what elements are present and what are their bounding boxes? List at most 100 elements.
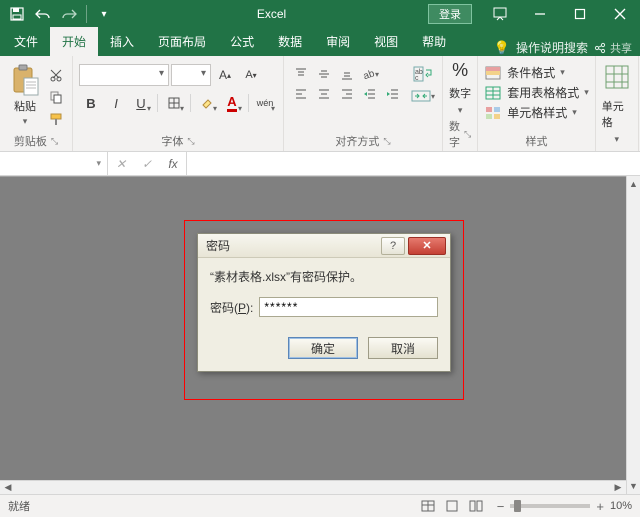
tellme-icon: 💡: [494, 40, 510, 56]
group-alignment-label: 对齐方式: [335, 133, 379, 149]
password-input[interactable]: [259, 297, 438, 317]
fill-color-button[interactable]: ▾: [195, 92, 219, 114]
paste-button[interactable]: 粘贴 ▾: [6, 64, 44, 127]
decrease-font-icon[interactable]: A▾: [239, 64, 263, 86]
cells-dropdown-icon[interactable]: ▾: [614, 134, 619, 145]
tab-view[interactable]: 视图: [362, 27, 410, 56]
tab-data[interactable]: 数据: [266, 27, 314, 56]
zoom-out-button[interactable]: −: [497, 499, 505, 514]
login-button[interactable]: 登录: [428, 4, 472, 24]
qat-customize-icon[interactable]: ▾: [93, 3, 115, 25]
font-color-button[interactable]: A▾: [220, 92, 244, 114]
ribbon: 粘贴 ▾ 剪贴板 ⤡ A▴ A▾: [0, 56, 640, 152]
align-right-icon[interactable]: [336, 84, 358, 104]
font-size-combo[interactable]: [171, 64, 211, 86]
alignment-launcher-icon[interactable]: ⤡: [383, 136, 390, 147]
cell-styles-button[interactable]: 单元格样式▾: [484, 104, 577, 121]
phonetic-button[interactable]: wén▾: [253, 92, 277, 114]
dialog-help-button[interactable]: ?: [381, 237, 405, 255]
formula-bar: ✕ ✓ fx: [0, 152, 640, 176]
zoom-in-button[interactable]: +: [596, 499, 604, 514]
group-cells: 单元格 ▾: [596, 56, 639, 151]
align-left-icon[interactable]: [290, 84, 312, 104]
merge-center-icon[interactable]: ▾: [410, 86, 436, 106]
view-normal-icon[interactable]: [417, 498, 439, 514]
format-painter-icon[interactable]: [46, 110, 66, 128]
name-box[interactable]: [0, 152, 108, 175]
tellme-label[interactable]: 操作说明搜索: [516, 39, 588, 56]
group-number: % 数字 ▾ 数字⤡: [443, 56, 478, 151]
zoom-slider[interactable]: [510, 504, 590, 508]
increase-font-icon[interactable]: A▴: [213, 64, 237, 86]
number-format-icon[interactable]: %: [452, 60, 468, 81]
title-bar: ▾ Excel 登录: [0, 0, 640, 28]
ribbon-options-icon[interactable]: [480, 0, 520, 28]
close-button[interactable]: [600, 0, 640, 28]
vertical-scrollbar[interactable]: ▲▼: [626, 176, 640, 494]
cut-icon[interactable]: [46, 66, 66, 84]
password-dialog: 密码 ? ✕ “素材表格.xlsx”有密码保护。 密码(P): 确定 取消: [197, 233, 451, 372]
tab-insert[interactable]: 插入: [98, 27, 146, 56]
minimize-button[interactable]: [520, 0, 560, 28]
orientation-icon[interactable]: ab▾: [359, 64, 381, 84]
clipboard-launcher-icon[interactable]: ⤡: [51, 136, 58, 147]
enter-formula-icon[interactable]: ✓: [134, 157, 160, 171]
ribbon-tabs: 文件 开始 插入 页面布局 公式 数据 审阅 视图 帮助 💡 操作说明搜索 共享: [0, 28, 640, 56]
group-alignment: ab▾ abc ▾ 对齐方式⤡: [284, 56, 443, 151]
conditional-format-button[interactable]: 条件格式▾: [484, 64, 565, 81]
group-styles-label: 样式: [525, 133, 547, 149]
view-page-layout-icon[interactable]: [441, 498, 463, 514]
dialog-close-button[interactable]: ✕: [408, 237, 446, 255]
number-launcher-icon[interactable]: ⤡: [464, 129, 471, 140]
underline-button[interactable]: U▾: [129, 92, 153, 114]
save-icon[interactable]: [6, 3, 28, 25]
border-button[interactable]: ▾: [162, 92, 186, 114]
group-number-label: 数字: [449, 118, 460, 150]
undo-icon[interactable]: [32, 3, 54, 25]
tab-home[interactable]: 开始: [50, 27, 98, 56]
redo-icon[interactable]: [58, 3, 80, 25]
number-dropdown-icon[interactable]: ▾: [458, 105, 463, 116]
dialog-titlebar[interactable]: 密码 ? ✕: [198, 234, 450, 258]
decrease-indent-icon[interactable]: [359, 84, 381, 104]
password-label: 密码(P):: [210, 299, 253, 316]
increase-indent-icon[interactable]: [382, 84, 404, 104]
cancel-formula-icon[interactable]: ✕: [108, 157, 134, 171]
group-styles: 条件格式▾ 套用表格格式▾ 单元格样式▾ 样式: [478, 56, 596, 151]
bold-button[interactable]: B: [79, 92, 103, 114]
italic-button[interactable]: I: [104, 92, 128, 114]
align-middle-icon[interactable]: [313, 64, 335, 84]
status-ready: 就绪: [8, 498, 30, 514]
group-font-label: 字体: [161, 133, 183, 149]
tab-review[interactable]: 审阅: [314, 27, 362, 56]
formula-input[interactable]: [187, 152, 640, 175]
tab-formulas[interactable]: 公式: [218, 27, 266, 56]
wrap-text-icon[interactable]: abc: [410, 64, 436, 84]
align-center-icon[interactable]: [313, 84, 335, 104]
tab-help[interactable]: 帮助: [410, 27, 458, 56]
cells-icon[interactable]: [602, 62, 632, 92]
horizontal-scrollbar[interactable]: ◀▶: [0, 480, 626, 494]
group-clipboard-label: 剪贴板: [14, 133, 47, 149]
tab-layout[interactable]: 页面布局: [146, 27, 218, 56]
maximize-button[interactable]: [560, 0, 600, 28]
view-page-break-icon[interactable]: [465, 498, 487, 514]
share-button[interactable]: 共享: [594, 40, 632, 56]
dialog-title: 密码: [206, 237, 230, 254]
format-as-table-button[interactable]: 套用表格格式▾: [484, 84, 589, 101]
font-launcher-icon[interactable]: ⤡: [187, 136, 194, 147]
align-top-icon[interactable]: [290, 64, 312, 84]
zoom-percent[interactable]: 10%: [610, 500, 632, 512]
align-bottom-icon[interactable]: [336, 64, 358, 84]
group-clipboard: 粘贴 ▾ 剪贴板 ⤡: [0, 56, 73, 151]
ok-button[interactable]: 确定: [288, 337, 358, 359]
svg-text:c: c: [415, 75, 419, 82]
copy-icon[interactable]: [46, 88, 66, 106]
font-name-combo[interactable]: [79, 64, 169, 86]
fx-icon[interactable]: fx: [160, 157, 186, 171]
dialog-message: “素材表格.xlsx”有密码保护。: [210, 268, 438, 285]
svg-text:ab: ab: [362, 68, 375, 81]
group-font: A▴ A▾ B I U▾ ▾ ▾ A▾ wén▾ 字体 ⤡: [73, 56, 284, 151]
cancel-button[interactable]: 取消: [368, 337, 438, 359]
tab-file[interactable]: 文件: [2, 27, 50, 56]
